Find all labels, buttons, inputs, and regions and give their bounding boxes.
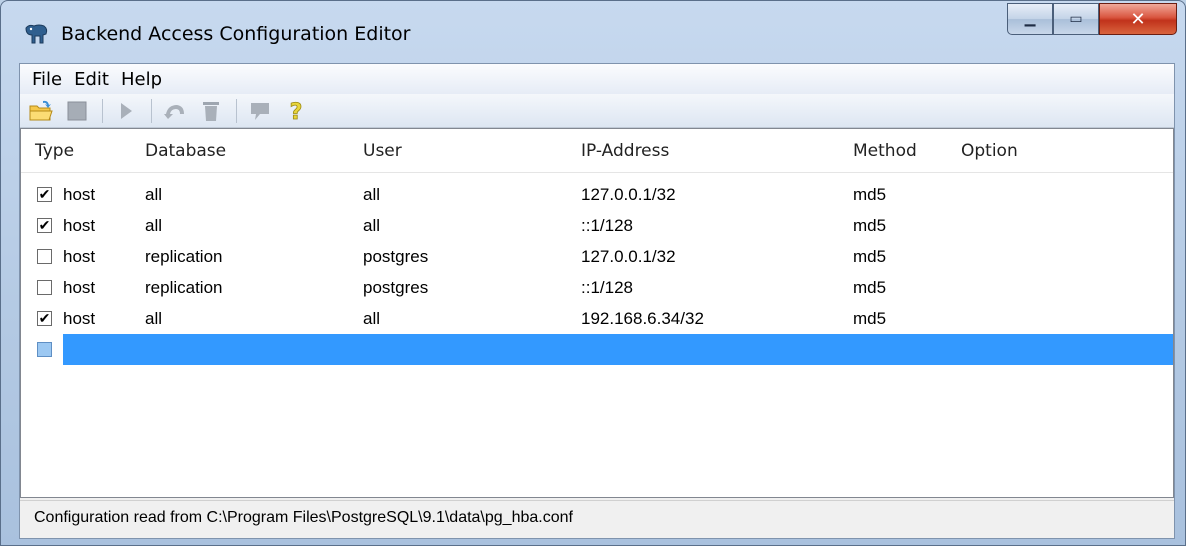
row-enabled-checkbox[interactable]: ✔ (37, 311, 52, 326)
hba-entries-list[interactable]: Type Database User IP-Address Method Opt… (20, 128, 1174, 498)
delete-button[interactable] (198, 98, 224, 124)
open-button[interactable] (28, 98, 54, 124)
toolbar-separator (102, 98, 103, 123)
client-area: File Edit Help ? Type Database User IP-A… (19, 63, 1175, 539)
column-headers: Type Database User IP-Address Method Opt… (21, 129, 1173, 173)
table-row[interactable]: ✔ host all all 127.0.0.1/32 md5 (21, 179, 1173, 210)
cell-ip: 192.168.6.34/32 (581, 309, 704, 328)
cell-user: postgres (363, 278, 429, 297)
cell-user: all (363, 309, 381, 328)
cell-ip: ::1/128 (581, 216, 633, 235)
cell-method: md5 (853, 185, 887, 204)
window-controls: ▁ ▭ ✕ (1007, 3, 1177, 35)
row-enabled-checkbox[interactable]: ✔ (37, 218, 52, 233)
close-button[interactable]: ✕ (1099, 3, 1177, 35)
minimize-button[interactable]: ▁ (1007, 3, 1053, 35)
save-icon (67, 101, 87, 120)
cell-type: host (63, 309, 96, 328)
hint-icon (251, 102, 269, 120)
close-icon: ✕ (1130, 8, 1146, 30)
menu-bar: File Edit Help (20, 64, 1174, 94)
cell-ip: ::1/128 (581, 278, 633, 297)
cell-user: all (363, 216, 381, 235)
help-button[interactable]: ? (283, 98, 309, 124)
row-enabled-checkbox[interactable] (37, 249, 52, 264)
cell-user: postgres (363, 247, 429, 266)
table-row[interactable]: host replication postgres ::1/128 md5 (21, 272, 1173, 303)
window-title: Backend Access Configuration Editor (61, 23, 411, 45)
row-enabled-checkbox[interactable]: ✔ (37, 187, 52, 202)
table-rows: ✔ host all all 127.0.0.1/32 md5 ✔ host a… (21, 179, 1173, 365)
cell-method: md5 (853, 216, 887, 235)
save-button[interactable] (64, 98, 90, 124)
column-header-type[interactable]: Type (35, 129, 74, 173)
status-text: Configuration read from C:\Program Files… (34, 509, 573, 526)
undo-icon (164, 104, 184, 119)
postgres-elephant-icon (25, 24, 48, 44)
execute-icon (121, 102, 132, 119)
row-enabled-checkbox[interactable] (37, 280, 52, 295)
cell-type: host (63, 216, 96, 235)
column-header-ip-address[interactable]: IP-Address (581, 129, 669, 173)
maximize-icon: ▭ (1069, 11, 1083, 27)
title-bar[interactable]: Backend Access Configuration Editor ▁ ▭ … (1, 1, 1185, 63)
column-header-user[interactable]: User (363, 129, 402, 173)
open-folder-icon (29, 100, 53, 120)
new-entry-row[interactable] (21, 334, 1173, 365)
hint-button[interactable] (247, 98, 273, 124)
toolbar-separator (151, 98, 152, 123)
app-window: Backend Access Configuration Editor ▁ ▭ … (0, 0, 1186, 546)
maximize-button[interactable]: ▭ (1053, 3, 1099, 35)
cell-method: md5 (853, 247, 887, 266)
cell-method: md5 (853, 278, 887, 297)
undo-button[interactable] (162, 98, 188, 124)
cell-method: md5 (853, 309, 887, 328)
toolbar: ? (20, 94, 1174, 128)
menu-file[interactable]: File (26, 69, 68, 90)
table-row[interactable]: ✔ host all all 192.168.6.34/32 md5 (21, 303, 1173, 334)
delete-icon (203, 101, 219, 121)
minimize-icon: ▁ (1024, 11, 1036, 27)
cell-user: all (363, 185, 381, 204)
table-row[interactable]: ✔ host all all ::1/128 md5 (21, 210, 1173, 241)
status-bar: Configuration read from C:\Program Files… (20, 500, 1174, 538)
column-header-option[interactable]: Option (961, 129, 1018, 173)
column-header-database[interactable]: Database (145, 129, 226, 173)
execute-button[interactable] (113, 98, 139, 124)
svg-text:?: ? (290, 100, 303, 123)
help-icon: ? (289, 99, 303, 123)
row-enabled-checkbox[interactable] (37, 342, 52, 357)
cell-database: all (145, 185, 163, 204)
cell-database: all (145, 216, 163, 235)
table-row[interactable]: host replication postgres 127.0.0.1/32 m… (21, 241, 1173, 272)
cell-database: replication (145, 278, 223, 297)
column-header-method[interactable]: Method (853, 129, 917, 173)
cell-type: host (63, 185, 96, 204)
cell-type: host (63, 247, 96, 266)
cell-type: host (63, 278, 96, 297)
cell-database: replication (145, 247, 223, 266)
cell-ip: 127.0.0.1/32 (581, 185, 676, 204)
menu-help[interactable]: Help (115, 69, 168, 90)
toolbar-separator (236, 98, 237, 123)
cell-database: all (145, 309, 163, 328)
selection-highlight (63, 334, 1173, 365)
cell-ip: 127.0.0.1/32 (581, 247, 676, 266)
menu-edit[interactable]: Edit (68, 69, 115, 90)
